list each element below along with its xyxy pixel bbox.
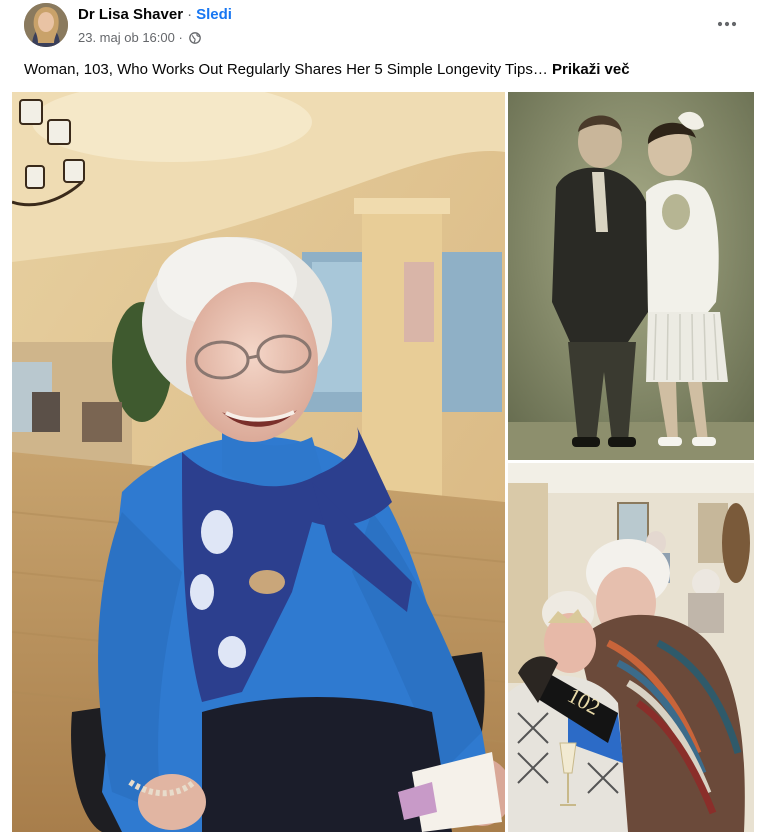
photo-main[interactable]: [12, 92, 505, 832]
see-more-link[interactable]: Prikaži več: [552, 61, 630, 78]
post-caption: Woman, 103, Who Works Out Regularly Shar…: [24, 60, 630, 80]
caption-text: Woman, 103, Who Works Out Regularly Shar…: [24, 61, 548, 78]
facebook-post: Dr Lisa Shaver · Sledi 23. maj ob 16:00 · …: [0, 0, 766, 840]
photo-birthday-celebration: 102: [508, 463, 754, 832]
photo-vintage-wedding[interactable]: [508, 92, 754, 460]
author-name[interactable]: Dr Lisa Shaver: [78, 6, 183, 23]
more-options-icon[interactable]: [714, 14, 740, 34]
globe-icon[interactable]: [189, 32, 202, 48]
separator-dot: ·: [187, 6, 193, 23]
meta-separator: ·: [178, 30, 183, 45]
post-meta: 23. maj ob 16:00 ·: [78, 30, 202, 48]
post-timestamp[interactable]: 23. maj ob 16:00: [78, 30, 175, 45]
post-header: Dr Lisa Shaver · Sledi 23. maj ob 16:00 ·: [0, 0, 766, 52]
author-line: Dr Lisa Shaver · Sledi: [78, 6, 232, 24]
follow-button[interactable]: Sledi: [196, 6, 232, 23]
avatar-image: [24, 3, 68, 47]
photo-birthday-hug[interactable]: 102: [508, 463, 754, 832]
photo-vintage-couple: [508, 92, 754, 460]
author-avatar[interactable]: [24, 3, 68, 47]
photo-woman-blue-sweater: [12, 92, 505, 832]
